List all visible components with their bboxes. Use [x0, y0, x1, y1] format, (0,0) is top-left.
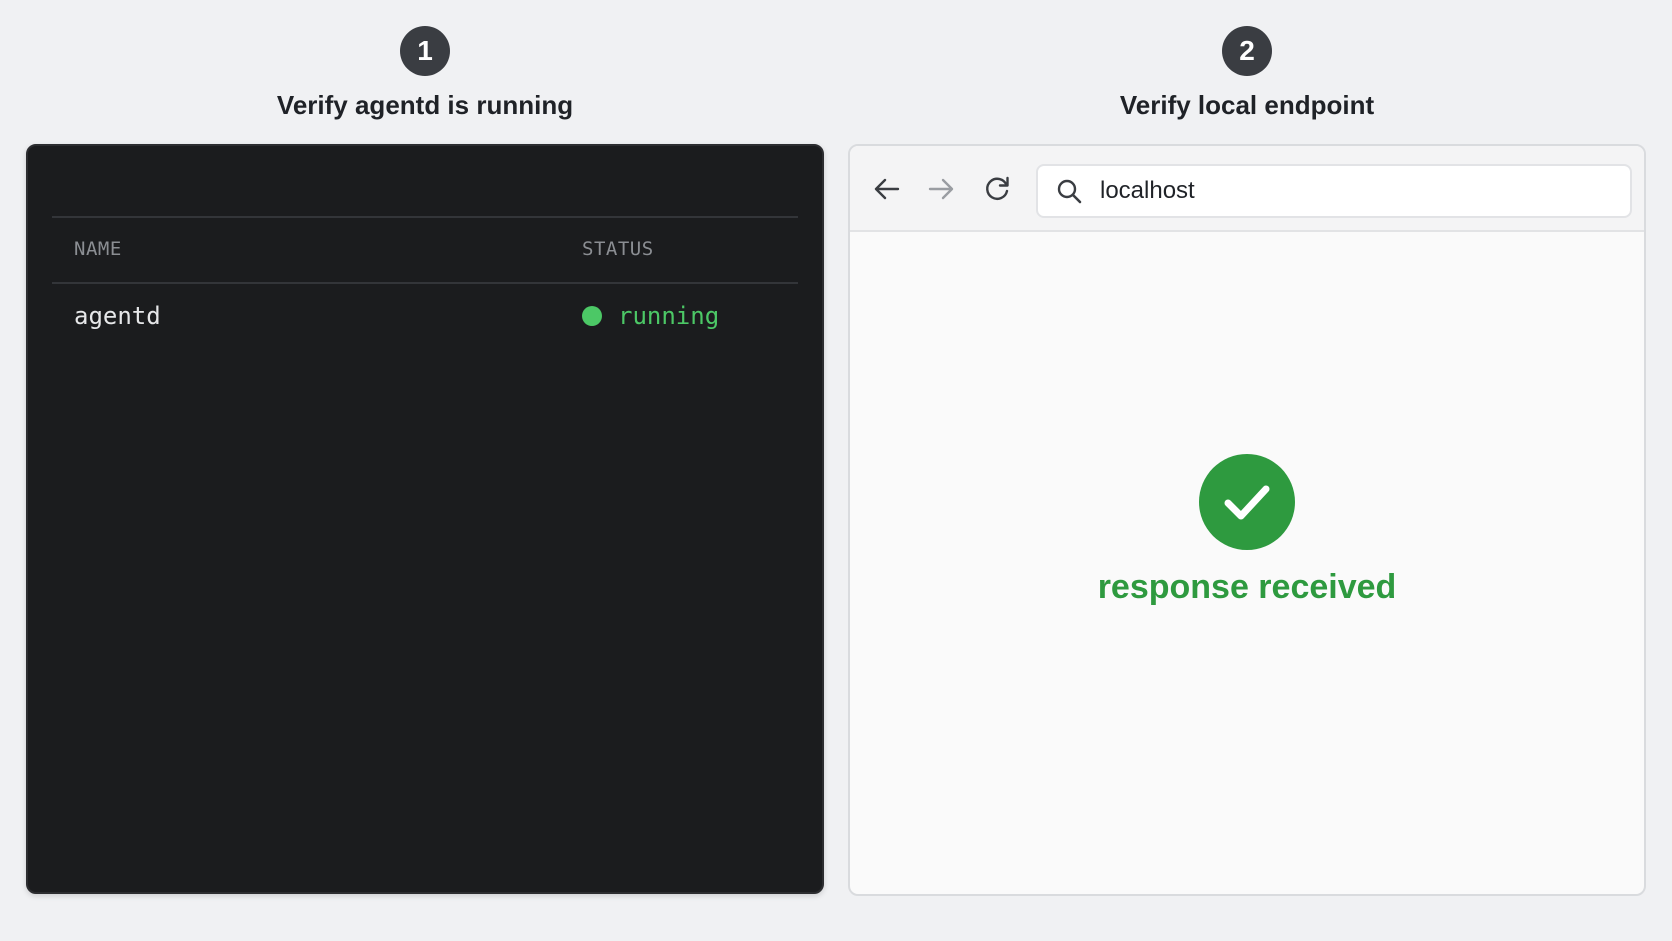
terminal-panel: NAME STATUS agentd running [26, 144, 824, 894]
page-content: response received [850, 232, 1644, 894]
arrow-right-icon [928, 178, 954, 200]
service-name: agentd [74, 302, 161, 330]
back-button[interactable] [870, 172, 904, 206]
arrow-left-icon [874, 178, 900, 200]
search-icon [1054, 176, 1084, 206]
reload-icon [986, 176, 1009, 200]
browser-window: response received [848, 144, 1646, 896]
step-1-title: Verify agentd is running [276, 90, 574, 120]
browser-toolbar [850, 146, 1644, 232]
url-input[interactable] [1098, 176, 1602, 206]
status-dot-icon [582, 306, 602, 326]
table-header: NAME STATUS [52, 216, 798, 284]
column-header-name: NAME [74, 238, 122, 260]
step-1-badge: 1 [400, 26, 450, 76]
step-2-title: Verify local endpoint [1119, 90, 1375, 120]
address-bar[interactable] [1036, 164, 1632, 218]
page: 1 Verify agentd is running 2 Verify loca… [0, 0, 1672, 941]
step-2-header: 2 Verify local endpoint [848, 26, 1646, 121]
step-1-header: 1 Verify agentd is running [26, 26, 824, 121]
service-table: NAME STATUS agentd running [52, 216, 798, 348]
service-status: running [582, 302, 719, 330]
table-row: agentd running [52, 284, 798, 348]
forward-button[interactable] [924, 172, 958, 206]
response-message: response received [1097, 568, 1397, 606]
reload-button[interactable] [980, 172, 1014, 206]
status-text: running [618, 302, 720, 330]
column-header-status: STATUS [582, 238, 654, 260]
step-2-badge: 2 [1222, 26, 1272, 76]
checkmark-circle-icon [1199, 454, 1295, 550]
